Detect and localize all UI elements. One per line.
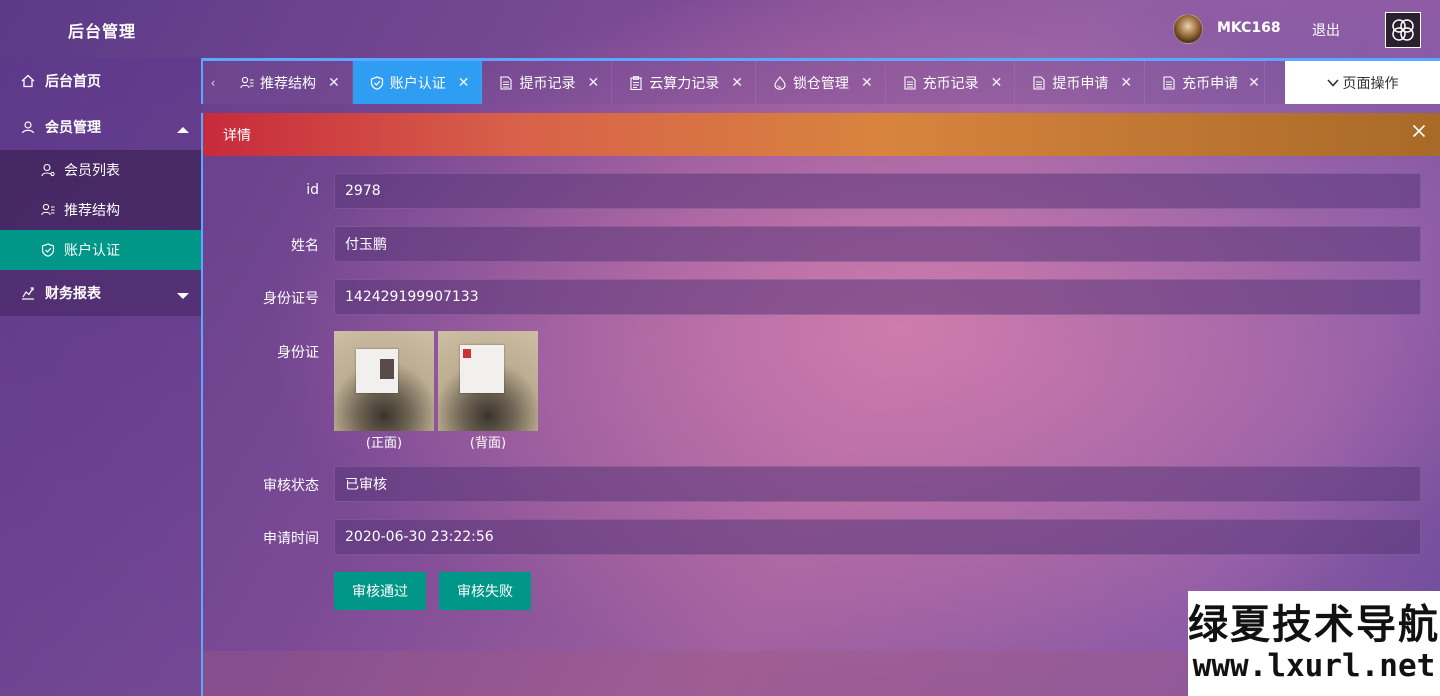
close-icon[interactable]: ✕ (1120, 75, 1132, 91)
panel-title: 详情 (223, 127, 251, 144)
close-icon[interactable]: ✕ (861, 75, 873, 91)
page-operations-label: 页面操作 (1342, 75, 1399, 92)
tab-deposit-requests[interactable]: 充币申请 ✕ (1145, 61, 1265, 104)
tab-referral[interactable]: 推荐结构 ✕ (223, 61, 353, 104)
id-label: id (306, 182, 319, 198)
org-icon (239, 75, 255, 91)
tab-label: 充币记录 (922, 75, 979, 92)
panel-header: 详情 (203, 113, 1440, 156)
tab-lock-management[interactable]: 锁仓管理 ✕ (756, 61, 886, 104)
id-card-front-image[interactable] (334, 331, 434, 431)
sidebar-item-label: 会员列表 (64, 163, 120, 179)
watermark: 绿夏技术导航 www.lxurl.net (1188, 591, 1440, 696)
sidebar: 后台首页 会员管理 会员列表 推荐结构 账户认证 财务报表 (0, 58, 201, 696)
tab-withdraw-records[interactable]: 提币记录 ✕ (482, 61, 613, 104)
shield-icon (40, 242, 56, 258)
sidebar-item-referral[interactable]: 推荐结构 (0, 190, 201, 230)
person-icon (40, 162, 56, 178)
tab-label: 推荐结构 (260, 75, 316, 92)
close-icon[interactable] (1412, 124, 1426, 142)
avatar[interactable] (1173, 14, 1203, 44)
reject-button[interactable]: 审核失败 (439, 572, 531, 610)
content-footer (201, 651, 1188, 696)
app-title: 后台管理 (68, 22, 137, 41)
doc-icon (1031, 75, 1047, 91)
top-header: 后台管理 MKC168 退出 (0, 0, 1440, 58)
sidebar-item-label: 财务报表 (45, 286, 101, 302)
scroll-left-icon[interactable]: ‹ (203, 61, 223, 104)
close-icon[interactable]: ✕ (587, 75, 599, 91)
sidebar-item-finance[interactable]: 财务报表 (0, 270, 201, 316)
user-icon (20, 119, 36, 135)
sidebar-item-account-verify[interactable]: 账户认证 (0, 230, 201, 270)
logo-icon[interactable] (1385, 12, 1421, 48)
id-card-back-caption: (背面) (469, 436, 507, 451)
tab-label: 账户认证 (389, 75, 446, 92)
doc-icon (498, 75, 514, 91)
sidebar-item-label: 会员管理 (45, 120, 101, 136)
approve-button[interactable]: 审核通过 (334, 572, 426, 610)
watermark-url: www.lxurl.net (1192, 648, 1436, 684)
logout-link[interactable]: 退出 (1312, 20, 1340, 40)
sidebar-item-label: 推荐结构 (64, 203, 120, 219)
home-icon (20, 73, 36, 89)
doc-icon (902, 75, 918, 91)
tab-label: 云算力记录 (649, 75, 720, 92)
tab-account-verify[interactable]: 账户认证 ✕ (352, 61, 483, 104)
name-field[interactable]: 付玉鹏 (334, 226, 1421, 262)
status-field[interactable]: 已审核 (334, 466, 1421, 502)
apply-time-field[interactable]: 2020-06-30 23:22:56 (334, 519, 1421, 555)
page-operations-dropdown[interactable]: 页面操作 (1285, 61, 1440, 104)
id-number-label: 身份证号 (263, 291, 319, 307)
close-icon[interactable]: ✕ (458, 75, 470, 91)
tab-withdraw-requests[interactable]: 提币申请 ✕ (1015, 61, 1146, 104)
tab-label: 充币申请 (1182, 75, 1239, 92)
tab-bar: ‹ 推荐结构 ✕ 账户认证 ✕ 提币记录 ✕ 云算力记录 ✕ 锁仓管理 ✕ 充币… (201, 58, 1440, 104)
tab-cloud-power-records[interactable]: 云算力记录 ✕ (612, 61, 756, 104)
tab-label: 锁仓管理 (792, 75, 849, 92)
tab-label: 提币记录 (519, 75, 576, 92)
sidebar-item-label: 后台首页 (45, 74, 101, 90)
clipboard-icon (628, 75, 644, 91)
doc-icon (1161, 75, 1177, 91)
id-field[interactable]: 2978 (334, 173, 1421, 209)
org-icon (40, 202, 56, 218)
id-card-back-image[interactable] (438, 331, 538, 431)
tab-label: 提币申请 (1052, 75, 1109, 92)
submenu-members: 会员列表 推荐结构 账户认证 (0, 150, 201, 270)
watermark-title: 绿夏技术导航 (1188, 602, 1440, 648)
username[interactable]: MKC168 (1217, 20, 1281, 36)
caret-up-icon (177, 122, 189, 138)
chart-icon (20, 285, 36, 301)
apply-time-label: 申请时间 (263, 531, 319, 547)
id-card-front-caption: (正面) (365, 436, 403, 451)
sidebar-item-members[interactable]: 会员管理 (0, 104, 201, 150)
id-card-label: 身份证 (277, 345, 319, 361)
close-icon[interactable]: ✕ (1248, 75, 1260, 91)
detail-panel: 详情 id 2978 姓名 付玉鹏 身份证号 142429199907133 身… (201, 113, 1440, 651)
caret-down-icon (177, 288, 189, 304)
close-icon[interactable]: ✕ (991, 75, 1003, 91)
name-label: 姓名 (291, 238, 319, 254)
shield-icon (369, 75, 385, 91)
sidebar-item-label: 账户认证 (64, 243, 120, 259)
sidebar-item-member-list[interactable]: 会员列表 (0, 150, 201, 190)
chevron-down-icon (1326, 75, 1339, 91)
close-icon[interactable]: ✕ (731, 75, 743, 91)
sidebar-item-home[interactable]: 后台首页 (0, 58, 201, 104)
drop-icon (772, 75, 788, 91)
id-number-field[interactable]: 142429199907133 (334, 279, 1421, 315)
tab-deposit-records[interactable]: 充币记录 ✕ (886, 61, 1016, 104)
status-label: 审核状态 (263, 478, 319, 494)
close-icon[interactable]: ✕ (328, 75, 340, 91)
